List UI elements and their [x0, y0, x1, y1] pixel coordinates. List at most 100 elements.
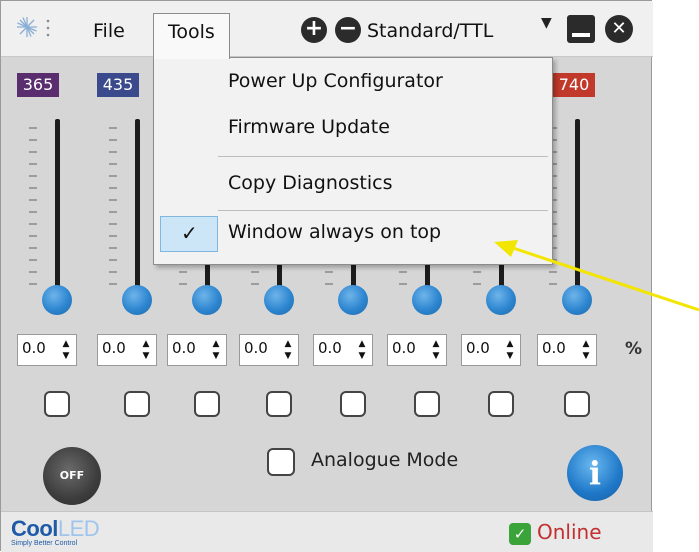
channel-label-435: 435	[97, 73, 139, 97]
slider-tick	[179, 283, 187, 285]
slider-tick	[109, 163, 117, 165]
slider-tick	[325, 283, 333, 285]
menu-tools[interactable]: Tools	[153, 13, 230, 59]
menu-item-firmware-update[interactable]: Firmware Update	[228, 116, 390, 138]
stepper-arrows[interactable]: ▲ ▼	[208, 338, 224, 362]
intensity-stepper[interactable]: 0.0 ▲ ▼	[239, 334, 299, 366]
step-down-icon[interactable]: ▼	[280, 350, 296, 362]
step-down-icon[interactable]: ▼	[58, 350, 74, 362]
step-down-icon[interactable]: ▼	[578, 350, 594, 362]
tools-dropdown-menu: Power Up Configurator Firmware Update Co…	[153, 57, 553, 265]
step-up-icon[interactable]: ▲	[280, 338, 296, 350]
intensity-stepper[interactable]: 0.0 ▲ ▼	[313, 334, 373, 366]
info-button[interactable]: i	[567, 445, 623, 501]
intensity-value[interactable]: 0.0	[244, 339, 268, 357]
intensity-value[interactable]: 0.0	[542, 339, 566, 357]
menu-item-window-always-on-top[interactable]: Window always on top	[228, 221, 441, 243]
slider-ticks	[29, 127, 37, 303]
slider-thumb[interactable]	[42, 285, 72, 315]
analogue-mode-checkbox[interactable]	[267, 448, 295, 476]
intensity-value[interactable]: 0.0	[172, 339, 196, 357]
step-down-icon[interactable]: ▼	[354, 350, 370, 362]
brand-tagline: Simply Better Control	[11, 540, 78, 547]
slider-tick	[29, 175, 37, 177]
channel-label-740: 740	[553, 73, 595, 97]
stepper-arrows[interactable]: ▲ ▼	[428, 338, 444, 362]
step-up-icon[interactable]: ▲	[502, 338, 518, 350]
intensity-stepper[interactable]: 0.0 ▲ ▼	[537, 334, 597, 366]
slider-tick	[473, 283, 481, 285]
intensity-value[interactable]: 0.0	[318, 339, 342, 357]
chevron-down-icon[interactable]: ▼	[541, 15, 552, 31]
mode-select[interactable]: Standard/TTL	[367, 13, 493, 49]
check-icon: ✓	[181, 221, 198, 245]
stepper-arrows[interactable]: ▲ ▼	[502, 338, 518, 362]
intensity-stepper[interactable]: 0.0 ▲ ▼	[17, 334, 77, 366]
menu-item-copy-diagnostics[interactable]: Copy Diagnostics	[228, 172, 393, 194]
slider-track[interactable]	[55, 119, 60, 301]
slider-track[interactable]	[135, 119, 140, 301]
slider-tick	[29, 187, 37, 189]
coolled-burst-icon	[17, 17, 37, 37]
channel-enable-checkbox[interactable]	[266, 391, 292, 417]
channel-enable-checkbox[interactable]	[340, 391, 366, 417]
menu-item-power-up-configurator[interactable]: Power Up Configurator	[228, 70, 443, 92]
intensity-stepper[interactable]: 0.0 ▲ ▼	[167, 334, 227, 366]
slider-tick	[251, 271, 259, 273]
slider-tick	[109, 199, 117, 201]
intensity-stepper[interactable]: 0.0 ▲ ▼	[461, 334, 521, 366]
step-up-icon[interactable]: ▲	[138, 338, 154, 350]
grip-icon[interactable]	[45, 17, 51, 39]
slider-thumb[interactable]	[192, 285, 222, 315]
step-up-icon[interactable]: ▲	[578, 338, 594, 350]
power-off-button[interactable]: OFF	[43, 447, 101, 505]
minus-circle-icon[interactable]: −	[335, 17, 361, 43]
slider-thumb[interactable]	[562, 285, 592, 315]
stepper-arrows[interactable]: ▲ ▼	[58, 338, 74, 362]
stepper-arrows[interactable]: ▲ ▼	[138, 338, 154, 362]
channel-enable-checkbox[interactable]	[44, 391, 70, 417]
slider-thumb[interactable]	[264, 285, 294, 315]
stepper-arrows[interactable]: ▲ ▼	[280, 338, 296, 362]
channel-enable-checkbox[interactable]	[564, 391, 590, 417]
slider-tick	[109, 259, 117, 261]
slider-thumb[interactable]	[412, 285, 442, 315]
intensity-stepper[interactable]: 0.0 ▲ ▼	[387, 334, 447, 366]
channel-enable-checkbox[interactable]	[124, 391, 150, 417]
step-up-icon[interactable]: ▲	[354, 338, 370, 350]
channel-enable-checkbox[interactable]	[414, 391, 440, 417]
intensity-value[interactable]: 0.0	[22, 339, 46, 357]
channel-enable-checkbox[interactable]	[488, 391, 514, 417]
step-up-icon[interactable]: ▲	[208, 338, 224, 350]
intensity-stepper[interactable]: 0.0 ▲ ▼	[97, 334, 157, 366]
intensity-value[interactable]: 0.0	[102, 339, 126, 357]
channel-enable-checkbox[interactable]	[194, 391, 220, 417]
step-down-icon[interactable]: ▼	[428, 350, 444, 362]
slider-thumb[interactable]	[338, 285, 368, 315]
brand-name: CoolLED	[11, 516, 100, 542]
intensity-value[interactable]: 0.0	[466, 339, 490, 357]
slider-tick	[29, 199, 37, 201]
slider-tick	[29, 151, 37, 153]
step-up-icon[interactable]: ▲	[58, 338, 74, 350]
plus-circle-icon[interactable]: +	[301, 17, 327, 43]
stepper-arrows[interactable]: ▲ ▼	[354, 338, 370, 362]
step-down-icon[interactable]: ▼	[502, 350, 518, 362]
slider-thumb[interactable]	[486, 285, 516, 315]
minimize-icon[interactable]	[567, 15, 595, 43]
menu-file[interactable]: File	[81, 13, 137, 49]
channel-label-365: 365	[17, 73, 59, 97]
slider-tick	[109, 235, 117, 237]
step-down-icon[interactable]: ▼	[208, 350, 224, 362]
slider-tick	[109, 139, 117, 141]
brand-name-text: CoolLED	[11, 516, 100, 541]
step-down-icon[interactable]: ▼	[138, 350, 154, 362]
intensity-value[interactable]: 0.0	[392, 339, 416, 357]
slider-tick	[399, 271, 407, 273]
slider-thumb[interactable]	[122, 285, 152, 315]
slider-track[interactable]	[575, 119, 580, 301]
stepper-arrows[interactable]: ▲ ▼	[578, 338, 594, 362]
close-circle-icon[interactable]: ✕	[605, 15, 633, 43]
online-status: Online	[537, 520, 602, 544]
step-up-icon[interactable]: ▲	[428, 338, 444, 350]
